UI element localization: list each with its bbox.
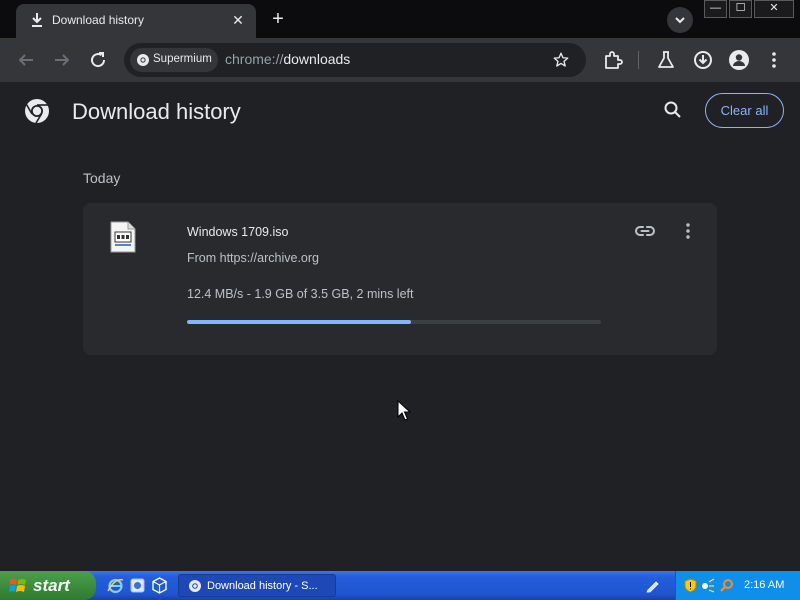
- windows-logo-icon: [9, 579, 26, 592]
- file-icon: [110, 221, 136, 253]
- labs-flask-icon[interactable]: [654, 48, 678, 72]
- browser-logo-icon: [25, 99, 49, 124]
- url-text[interactable]: chrome://downloads: [225, 51, 350, 67]
- virtualbox-icon[interactable]: [150, 576, 169, 595]
- magnifier-icon[interactable]: [720, 578, 735, 593]
- date-section-header: Today: [83, 170, 121, 186]
- taskbar: start Download history - S... 2:16 AM: [0, 571, 800, 600]
- file-source: From https://archive.org: [187, 251, 319, 265]
- site-chip-label: Supermium: [153, 53, 212, 65]
- minimize-button[interactable]: —: [704, 0, 727, 18]
- clock: 2:16 AM: [744, 579, 785, 591]
- bookmark-star-icon[interactable]: [552, 51, 570, 69]
- download-icon: [32, 13, 42, 27]
- address-bar[interactable]: Supermium chrome://downloads: [124, 43, 586, 77]
- show-desktop-icon[interactable]: [128, 576, 147, 595]
- reload-icon[interactable]: [86, 48, 110, 72]
- search-icon[interactable]: [662, 99, 684, 121]
- tab-title: Download history: [52, 13, 145, 27]
- tab-search-button[interactable]: [667, 7, 693, 33]
- tab-download-history[interactable]: Download history ✕: [16, 4, 256, 38]
- security-shield-icon[interactable]: [683, 578, 698, 593]
- tab-strip: Download history ✕ + — ☐ ✕: [0, 0, 800, 38]
- browser-logo-icon: [137, 54, 149, 66]
- downloads-page: Download history Clear all Today Windows…: [0, 82, 800, 571]
- close-window-button[interactable]: ✕: [754, 0, 794, 18]
- browser-toolbar: Supermium chrome://downloads: [0, 38, 800, 82]
- download-status: 12.4 MB/s - 1.9 GB of 3.5 GB, 2 mins lef…: [187, 287, 414, 301]
- url-scheme: chrome://: [225, 51, 284, 67]
- internet-explorer-icon[interactable]: [106, 576, 125, 595]
- download-progress-fill: [187, 320, 411, 324]
- profile-avatar-icon[interactable]: [727, 48, 751, 72]
- mouse-cursor-icon: [397, 400, 411, 421]
- forward-arrow-icon[interactable]: [50, 48, 74, 72]
- page-title: Download history: [72, 99, 241, 124]
- tab-close-icon[interactable]: ✕: [230, 12, 246, 28]
- start-button[interactable]: start: [0, 571, 96, 600]
- browser-window: Download history ✕ + — ☐ ✕ Supermium chr…: [0, 0, 800, 571]
- taskbar-window-button[interactable]: Download history - S...: [178, 574, 336, 597]
- downloads-icon[interactable]: [691, 48, 715, 72]
- url-host: downloads: [283, 51, 351, 67]
- file-name-link[interactable]: Windows 1709.iso: [187, 225, 288, 239]
- clear-all-button[interactable]: Clear all: [705, 93, 784, 128]
- browser-logo-icon: [189, 580, 201, 592]
- taskbar-window-label: Download history - S...: [207, 580, 318, 592]
- toolbar-separator: [638, 51, 639, 69]
- browser-menu-icon[interactable]: [762, 48, 786, 72]
- chevron-down-icon: [675, 17, 685, 24]
- maximize-button[interactable]: ☐: [729, 0, 752, 18]
- copy-link-icon[interactable]: [634, 220, 656, 242]
- system-tray: 2:16 AM: [675, 571, 800, 600]
- back-arrow-icon[interactable]: [14, 48, 38, 72]
- start-label: start: [33, 576, 70, 595]
- more-actions-icon[interactable]: [677, 220, 699, 242]
- network-icon[interactable]: [701, 578, 716, 593]
- pen-tool-icon[interactable]: [645, 577, 661, 593]
- extensions-icon[interactable]: [601, 48, 625, 72]
- download-item: Windows 1709.iso From https://archive.or…: [83, 203, 717, 355]
- new-tab-button[interactable]: +: [264, 8, 292, 32]
- download-progress-bar: [187, 320, 601, 324]
- site-info-chip[interactable]: Supermium: [130, 48, 218, 72]
